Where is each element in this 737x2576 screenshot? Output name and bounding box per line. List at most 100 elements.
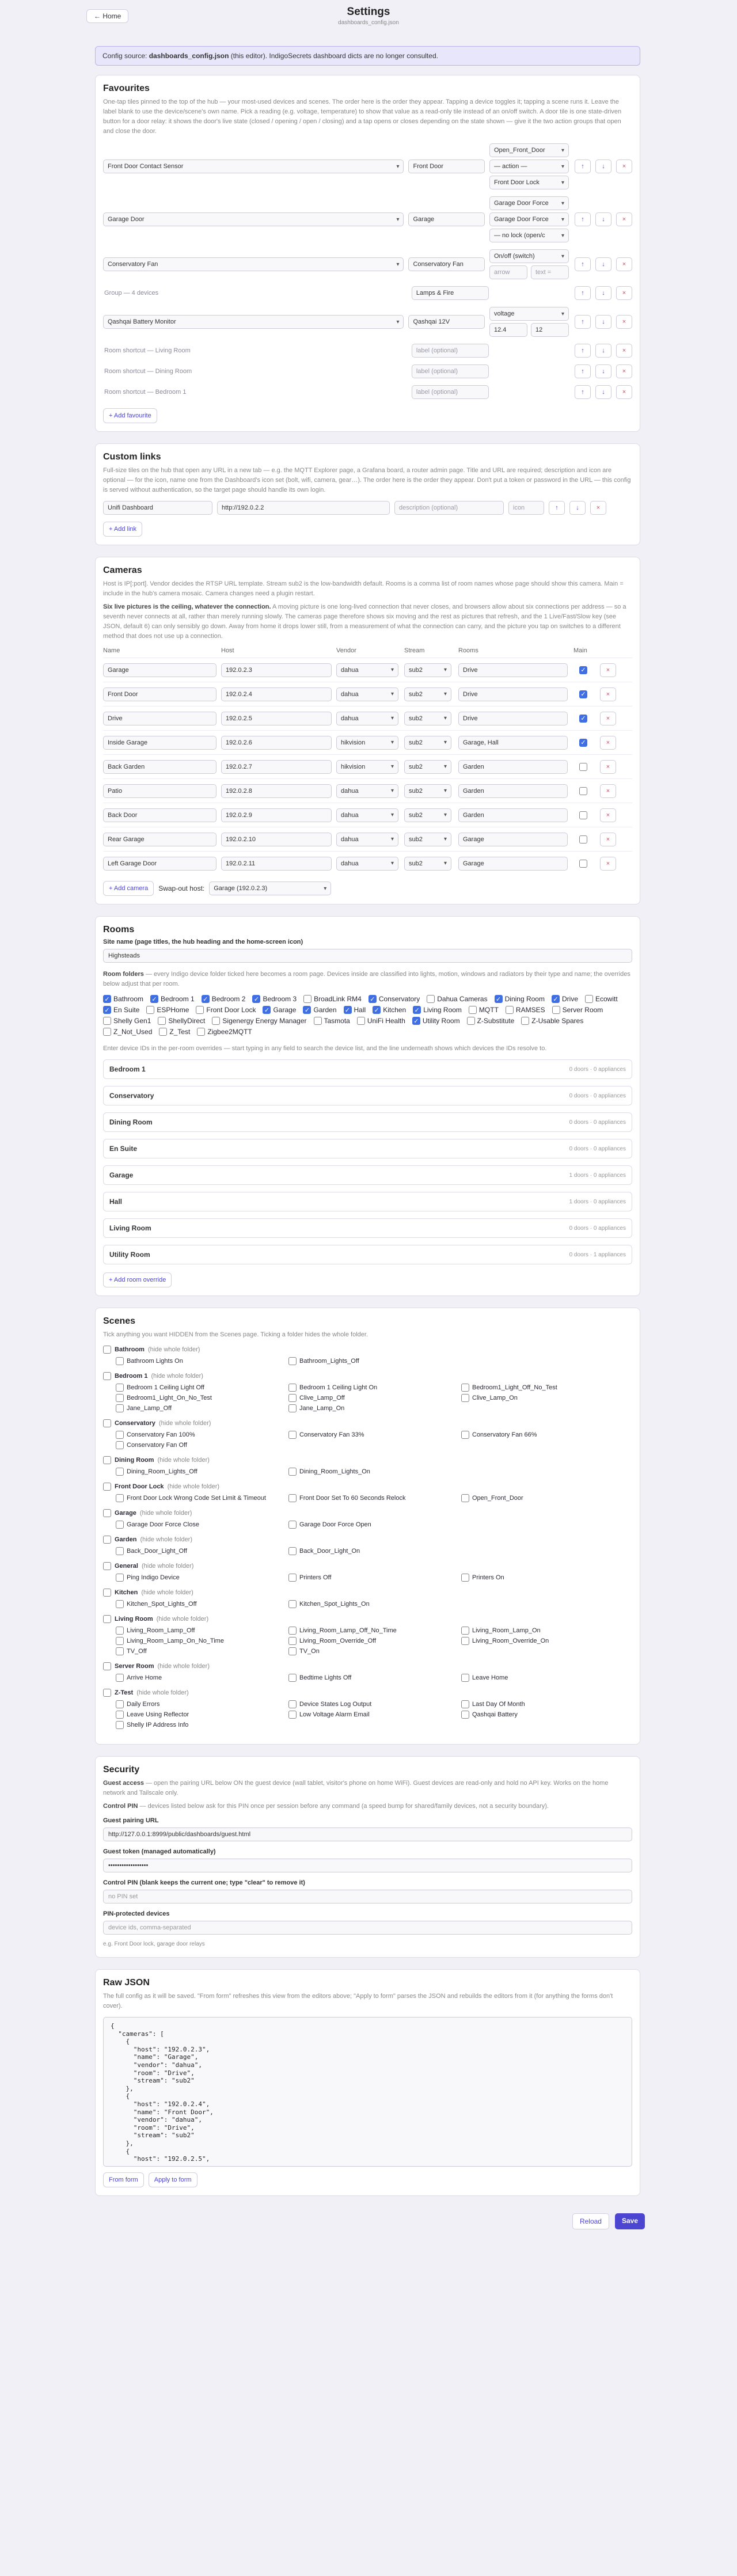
- scene-checkbox[interactable]: [461, 1384, 469, 1392]
- scene-item[interactable]: Shelly IP Address Info: [116, 1721, 288, 1729]
- room-folder-option[interactable]: Front Door Lock: [196, 1006, 256, 1014]
- favourite-option-select[interactable]: Garage Door Force: [489, 196, 569, 210]
- hide-folder-checkbox[interactable]: [103, 1589, 111, 1597]
- camera-name-input[interactable]: Back Garden: [103, 759, 216, 774]
- folder-checkbox[interactable]: [303, 995, 312, 1003]
- room-folder-option[interactable]: ✓ Hall: [343, 1006, 366, 1014]
- save-button[interactable]: Save: [614, 2213, 645, 2229]
- scene-checkbox[interactable]: [288, 1547, 297, 1555]
- scene-checkbox[interactable]: [116, 1647, 124, 1655]
- pin-devices-input[interactable]: device ids, comma-separated: [103, 1921, 632, 1935]
- remove-button[interactable]: ×: [590, 501, 606, 515]
- favourite-option-select[interactable]: Front Door Lock: [489, 176, 569, 189]
- from-form-button[interactable]: From form: [103, 2172, 144, 2187]
- camera-vendor-select[interactable]: hikvision: [336, 759, 398, 774]
- scene-item[interactable]: Bedroom 1 Ceiling Light Off: [116, 1384, 288, 1392]
- folder-checkbox[interactable]: ✓: [412, 1017, 420, 1025]
- camera-main-checkbox[interactable]: ✓: [579, 714, 587, 723]
- favourite-option-select[interactable]: voltage: [489, 307, 569, 321]
- remove-button[interactable]: ×: [616, 212, 632, 226]
- scene-item[interactable]: Dining_Room_Lights_Off: [116, 1468, 288, 1476]
- scene-checkbox[interactable]: [116, 1711, 124, 1719]
- move-up-button[interactable]: ↑: [575, 286, 591, 300]
- camera-stream-select[interactable]: sub2: [404, 735, 451, 750]
- room-folder-option[interactable]: ✓ Dining Room: [494, 995, 545, 1003]
- favourite-extra-input[interactable]: 12.4: [489, 323, 527, 337]
- folder-checkbox[interactable]: [212, 1017, 221, 1025]
- room-folder-option[interactable]: ShellyDirect: [158, 1017, 205, 1025]
- link-desc-input[interactable]: description (optional): [394, 501, 504, 515]
- remove-camera-button[interactable]: ×: [600, 687, 616, 701]
- remove-camera-button[interactable]: ×: [600, 808, 616, 822]
- scene-checkbox[interactable]: [116, 1721, 124, 1729]
- scene-item[interactable]: Front Door Lock Wrong Code Set Limit & T…: [116, 1494, 288, 1502]
- scene-item[interactable]: Leave Home: [461, 1674, 634, 1682]
- scene-checkbox[interactable]: [461, 1627, 469, 1635]
- room-folder-option[interactable]: Dahua Cameras: [427, 995, 488, 1003]
- camera-name-input[interactable]: Patio: [103, 784, 216, 798]
- hide-folder-checkbox[interactable]: [103, 1456, 111, 1464]
- scene-checkbox[interactable]: [288, 1711, 297, 1719]
- favourite-label-input[interactable]: Front Door: [408, 159, 485, 173]
- favourite-extra-input[interactable]: 12: [531, 323, 569, 337]
- remove-camera-button[interactable]: ×: [600, 711, 616, 725]
- scene-checkbox[interactable]: [288, 1574, 297, 1582]
- scene-item[interactable]: Conservatory Fan Off: [116, 1441, 288, 1449]
- camera-host-input[interactable]: 192.0.2.7: [221, 759, 332, 774]
- scene-item[interactable]: Back_Door_Light_On: [288, 1547, 461, 1555]
- apply-to-form-button[interactable]: Apply to form: [148, 2172, 197, 2187]
- scene-item[interactable]: Living_Room_Lamp_Off: [116, 1627, 288, 1635]
- camera-rooms-input[interactable]: Garage, Hall: [458, 735, 568, 750]
- favourite-extra-input[interactable]: arrow: [489, 265, 527, 279]
- camera-stream-select[interactable]: sub2: [404, 808, 451, 822]
- scene-checkbox[interactable]: [116, 1637, 124, 1645]
- scene-checkbox[interactable]: [116, 1547, 124, 1555]
- camera-name-input[interactable]: Front Door: [103, 687, 216, 701]
- camera-stream-select[interactable]: sub2: [404, 687, 451, 701]
- remove-camera-button[interactable]: ×: [600, 784, 616, 798]
- camera-vendor-select[interactable]: dahua: [336, 856, 398, 871]
- scene-checkbox[interactable]: [116, 1394, 124, 1402]
- camera-host-input[interactable]: 192.0.2.10: [221, 832, 332, 846]
- camera-stream-select[interactable]: sub2: [404, 759, 451, 774]
- favourite-option-select[interactable]: Garage Door Force: [489, 212, 569, 226]
- room-override[interactable]: En Suite 0 doors · 0 appliances: [103, 1139, 632, 1158]
- scene-checkbox[interactable]: [288, 1674, 297, 1682]
- favourite-option-select[interactable]: — action —: [489, 159, 569, 173]
- scene-checkbox[interactable]: [116, 1521, 124, 1529]
- scene-group-header[interactable]: Bedroom 1 (hide whole folder): [103, 1372, 632, 1380]
- favourite-label-input[interactable]: label (optional): [411, 344, 489, 358]
- move-up-button[interactable]: ↑: [575, 364, 591, 378]
- room-folder-option[interactable]: Shelly Gen1: [103, 1017, 151, 1025]
- scene-checkbox[interactable]: [288, 1627, 297, 1635]
- scene-item[interactable]: Arrive Home: [116, 1674, 288, 1682]
- scene-item[interactable]: Clive_Lamp_On: [461, 1394, 634, 1402]
- folder-checkbox[interactable]: ✓: [103, 995, 111, 1003]
- camera-stream-select[interactable]: sub2: [404, 784, 451, 798]
- remove-button[interactable]: ×: [616, 385, 633, 399]
- scene-item[interactable]: Jane_Lamp_Off: [116, 1404, 288, 1412]
- move-up-button[interactable]: ↑: [575, 212, 591, 226]
- scene-checkbox[interactable]: [116, 1404, 124, 1412]
- folder-checkbox[interactable]: [521, 1017, 530, 1025]
- room-folder-option[interactable]: Z-Substitute: [466, 1017, 514, 1025]
- scene-item[interactable]: Bathroom_Lights_Off: [288, 1357, 461, 1365]
- scene-item[interactable]: Leave Using Reflector: [116, 1711, 288, 1719]
- move-down-button[interactable]: ↓: [595, 315, 611, 329]
- scene-item[interactable]: Living_Room_Lamp_Off_No_Time: [288, 1627, 461, 1635]
- hide-folder-checkbox[interactable]: [103, 1536, 111, 1544]
- camera-rooms-input[interactable]: Garden: [458, 759, 568, 774]
- favourite-option-select[interactable]: On/off (switch): [489, 249, 569, 263]
- camera-host-input[interactable]: 192.0.2.11: [221, 856, 332, 871]
- room-folder-option[interactable]: UniFi Health: [356, 1017, 405, 1025]
- remove-camera-button[interactable]: ×: [600, 735, 616, 750]
- room-folder-option[interactable]: ✓ Bathroom: [103, 995, 143, 1003]
- move-down-button[interactable]: ↓: [569, 501, 586, 515]
- room-override[interactable]: Conservatory 0 doors · 0 appliances: [103, 1086, 632, 1105]
- link-icon-input[interactable]: icon: [508, 501, 544, 515]
- move-down-button[interactable]: ↓: [595, 385, 612, 399]
- reload-button[interactable]: Reload: [572, 2213, 609, 2229]
- room-folder-option[interactable]: Z_Test: [159, 1028, 190, 1036]
- link-title-input[interactable]: Unifi Dashboard: [103, 501, 212, 515]
- scene-item[interactable]: Bedroom 1 Ceiling Light On: [288, 1384, 461, 1392]
